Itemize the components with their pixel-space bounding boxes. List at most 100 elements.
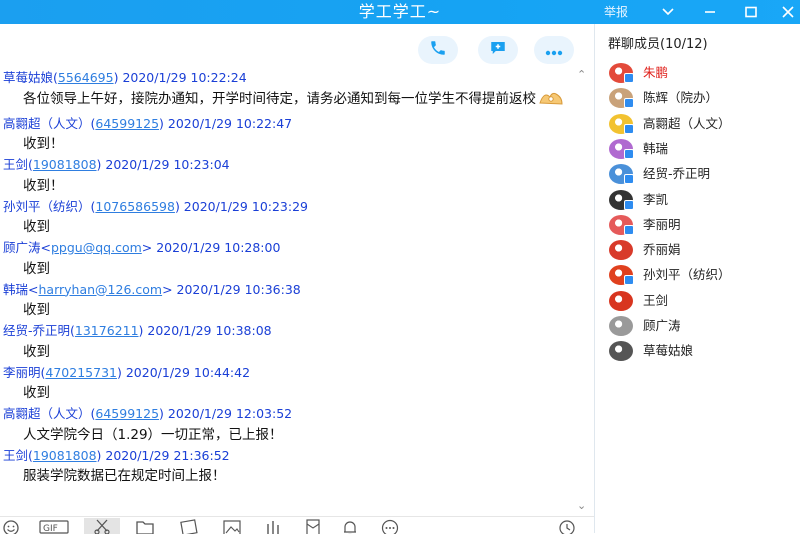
voice-call-button[interactable] (418, 36, 458, 64)
message-header: 韩瑞<harryhan@126.com> 2020/1/29 10:36:38 (3, 280, 593, 301)
sender-contact-link[interactable]: harryhan@126.com (39, 282, 163, 297)
member-item[interactable]: 李丽明 (609, 214, 799, 236)
sender-contact-link[interactable]: 19081808 (33, 157, 97, 172)
image-icon[interactable] (221, 519, 243, 534)
member-name: 韩瑞 (643, 140, 668, 158)
member-panel: 群聊成员(10/12) 朱鹏陈辉（院办） 高翾超（人文） 韩瑞经贸-乔正明李凯李丽明… (594, 24, 800, 533)
member-item[interactable]: 朱鹏 (609, 62, 799, 84)
member-item[interactable]: 经贸-乔正明 (609, 163, 799, 185)
message-text: 收到 (23, 302, 50, 318)
contact-bracket-open: < (28, 282, 38, 297)
sender-name[interactable]: 高翾超（人文） (3, 406, 91, 421)
sender-contact-link[interactable]: 470215731 (45, 365, 117, 380)
message-body: 收到 (3, 259, 593, 280)
member-name: 经贸-乔正明 (643, 165, 710, 183)
ok-hand-emoji-icon (538, 89, 564, 114)
chat-message: 经贸-乔正明(13176211) 2020/1/29 10:38:08收到 (3, 321, 593, 363)
sender-name[interactable]: 韩瑞 (3, 282, 28, 297)
message-text: 服装学院数据已在规定时间上报！ (23, 468, 226, 484)
member-name: 孙刘平（纺织） (643, 266, 731, 284)
contact-bracket-close: > (142, 240, 156, 255)
message-timestamp: 2020/1/29 10:22:47 (168, 116, 292, 131)
admin-badge-icon (624, 73, 634, 83)
message-header: 王剑(19081808) 2020/1/29 10:23:04 (3, 155, 593, 176)
message-text: 收到 (23, 219, 50, 235)
member-item[interactable]: 陈辉（院办） (609, 87, 799, 109)
more-button[interactable] (534, 36, 574, 64)
sender-contact-link[interactable]: 19081808 (33, 448, 97, 463)
member-item[interactable]: 顾广涛 (609, 315, 799, 337)
sender-contact-link[interactable]: 5564695 (58, 70, 114, 85)
history-icon[interactable] (556, 519, 578, 534)
sender-name[interactable]: 李丽明 (3, 365, 41, 380)
scissors-icon[interactable] (84, 518, 120, 534)
sender-name[interactable]: 顾广涛 (3, 240, 41, 255)
sender-contact-link[interactable]: 13176211 (75, 323, 139, 338)
message-body: 收到 (3, 217, 593, 238)
member-name: 李丽明 (643, 216, 681, 234)
sender-contact-link[interactable]: ppgu@qq.com (51, 240, 142, 255)
member-name: 朱鹏 (643, 64, 668, 82)
member-panel-title: 群聊成员(10/12) (608, 36, 708, 54)
admin-badge-icon (624, 275, 634, 285)
contact-bracket-close: ) (117, 365, 126, 380)
more-icon (545, 41, 563, 60)
member-name: 高翾超（人文） (643, 115, 731, 133)
sender-name[interactable]: 高翾超（人文） (3, 116, 91, 131)
message-body: 各位领导上午好，接院办通知，开学时间待定，请务必通知到每一位学生不得提前返校 (3, 89, 593, 114)
avatar (609, 215, 633, 235)
scroll-down-icon[interactable]: ⌄ (577, 499, 586, 512)
member-item[interactable]: 乔丽娟 (609, 239, 799, 261)
gif-icon[interactable]: GIF (38, 519, 70, 534)
bell-icon[interactable] (339, 519, 361, 534)
message-body: 收到 (3, 300, 593, 321)
message-list: 草莓姑娘(5564695) 2020/1/29 10:22:24各位领导上午好，… (3, 68, 593, 487)
member-item[interactable]: 高翾超（人文） (609, 113, 799, 135)
chat-message: 王剑(19081808) 2020/1/29 21:36:52服装学院数据已在规… (3, 446, 593, 488)
sender-name[interactable]: 草莓姑娘 (3, 70, 53, 85)
sender-name[interactable]: 王剑 (3, 448, 28, 463)
sender-name[interactable]: 孙刘平（纺织） (3, 199, 91, 214)
chat-message: 顾广涛<ppgu@qq.com> 2020/1/29 10:28:00收到 (3, 238, 593, 280)
chat-message: 草莓姑娘(5564695) 2020/1/29 10:22:24各位领导上午好，… (3, 68, 593, 114)
avatar (609, 88, 633, 108)
member-item[interactable]: 孙刘平（纺织） (609, 264, 799, 286)
message-timestamp: 2020/1/29 12:03:52 (168, 406, 292, 421)
admin-badge-icon (624, 98, 634, 108)
member-item[interactable]: 草莓姑娘 (609, 340, 799, 362)
voice-bars-icon[interactable] (262, 519, 284, 534)
sender-name[interactable]: 经贸-乔正明 (3, 323, 70, 338)
chevron-down-icon[interactable] (654, 0, 682, 24)
maximize-icon[interactable] (737, 0, 765, 24)
sender-name[interactable]: 王剑 (3, 157, 28, 172)
minimize-icon[interactable] (696, 0, 724, 24)
sender-contact-link[interactable]: 64599125 (95, 116, 159, 131)
member-item[interactable]: 李凯 (609, 189, 799, 211)
message-text: 收到！ (23, 136, 64, 152)
avatar (609, 291, 633, 311)
contact-bracket-close: ) (175, 199, 184, 214)
message-header: 李丽明(470215731) 2020/1/29 10:44:42 (3, 363, 593, 384)
message-body: 收到！ (3, 176, 593, 197)
screen-share-button[interactable] (478, 36, 518, 64)
emoji-icon[interactable] (0, 519, 22, 534)
avatar (609, 240, 633, 260)
member-name: 顾广涛 (643, 317, 681, 335)
phone-icon (429, 39, 447, 61)
red-packet-icon[interactable] (302, 519, 324, 534)
member-item[interactable]: 韩瑞 (609, 138, 799, 160)
chat-message: 孙刘平（纺织）(1076586598) 2020/1/29 10:23:29收到 (3, 197, 593, 239)
sender-contact-link[interactable]: 1076586598 (95, 199, 175, 214)
sender-contact-link[interactable]: 64599125 (95, 406, 159, 421)
image-search-icon[interactable] (178, 519, 200, 534)
member-item[interactable]: 王剑 (609, 290, 799, 312)
message-timestamp: 2020/1/29 10:44:42 (126, 365, 250, 380)
report-link[interactable]: 举报 (604, 3, 628, 21)
admin-badge-icon (624, 124, 634, 134)
screen-share-icon (489, 39, 507, 61)
folder-icon[interactable] (134, 519, 156, 534)
message-timestamp: 2020/1/29 10:22:24 (122, 70, 246, 85)
contact-bracket-close: ) (159, 116, 168, 131)
close-icon[interactable] (774, 0, 800, 24)
more-chat-icon[interactable] (379, 519, 401, 534)
